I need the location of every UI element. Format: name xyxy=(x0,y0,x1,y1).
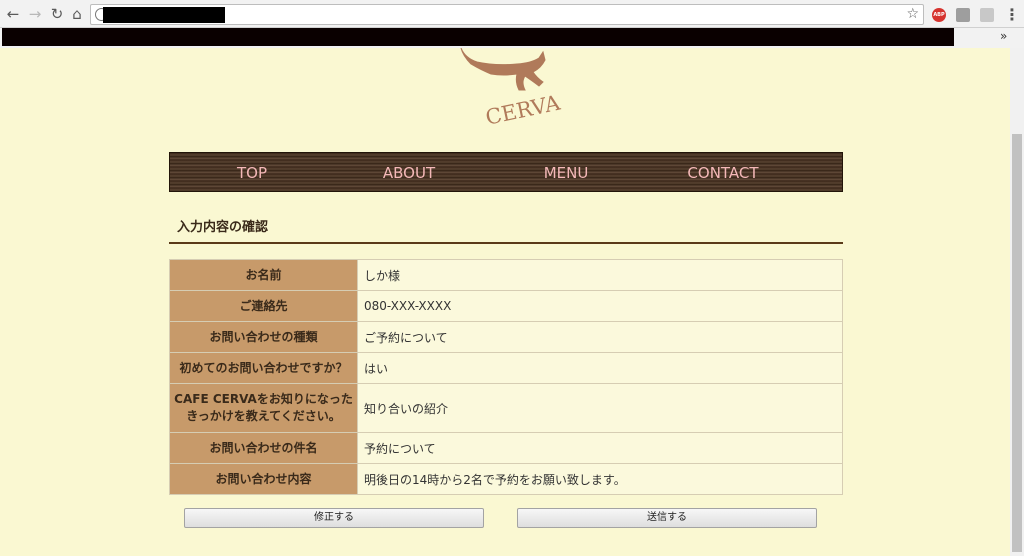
row-value: ご予約について xyxy=(357,321,843,353)
confirmation-table: お名前 しか様 ご連絡先 080-XXX-XXXX お問い合わせの種類 ご予約に… xyxy=(169,259,843,495)
row-label: お問い合わせ内容 xyxy=(169,463,358,495)
browser-menu-icon[interactable]: ⋮ xyxy=(1004,5,1020,24)
row-value: 080-XXX-XXXX xyxy=(357,290,843,322)
row-label: お問い合わせの件名 xyxy=(169,432,358,464)
site-nav: TOP ABOUT MENU CONTACT xyxy=(169,152,843,192)
row-label: CAFE CERVAをお知りになったきっかけを教えてください。 xyxy=(169,383,358,433)
address-bar[interactable]: ☆ xyxy=(90,4,924,25)
logo-text: CERVA xyxy=(483,90,563,129)
deer-logo-icon xyxy=(460,48,546,91)
row-value: 明後日の14時から2名で予約をお願い致します。 xyxy=(357,463,843,495)
adblock-plus-icon[interactable]: ABP xyxy=(932,8,946,22)
bookmarks-bar: » xyxy=(0,28,1024,48)
table-row: お問い合わせ内容 明後日の14時から2名で予約をお願い致します。 xyxy=(169,463,843,495)
table-row: お問い合わせの種類 ご予約について xyxy=(169,321,843,353)
bookmarks-overflow-icon[interactable]: » xyxy=(1000,29,1007,43)
home-icon[interactable]: ⌂ xyxy=(68,5,86,23)
send-button[interactable]: 送信する xyxy=(517,508,817,528)
table-row: ご連絡先 080-XXX-XXXX xyxy=(169,290,843,322)
nav-item-top[interactable]: TOP xyxy=(170,153,334,193)
row-label: お名前 xyxy=(169,259,358,291)
back-icon[interactable]: ← xyxy=(4,5,22,23)
page-title: 入力内容の確認 xyxy=(177,220,269,235)
row-label: ご連絡先 xyxy=(169,290,358,322)
row-label: お問い合わせの種類 xyxy=(169,321,358,353)
heading-divider xyxy=(169,242,843,244)
redacted-bookmarks xyxy=(2,28,954,46)
reload-icon[interactable]: ↻ xyxy=(48,5,66,23)
browser-toolbar: ← → ↻ ⌂ ☆ ABP ⋮ xyxy=(0,0,1024,28)
redacted-url xyxy=(103,7,225,23)
scrollbar-thumb[interactable] xyxy=(1012,134,1022,552)
row-value: 知り合いの紹介 xyxy=(357,383,843,433)
row-value: はい xyxy=(357,352,843,384)
forward-icon[interactable]: → xyxy=(26,5,44,23)
row-value: しか様 xyxy=(357,259,843,291)
page-scrollbar[interactable] xyxy=(1010,48,1024,556)
nav-item-contact[interactable]: CONTACT xyxy=(648,153,798,193)
table-row: お問い合わせの件名 予約について xyxy=(169,432,843,464)
table-row: お名前 しか様 xyxy=(169,259,843,291)
edit-button[interactable]: 修正する xyxy=(184,508,484,528)
nav-item-about[interactable]: ABOUT xyxy=(334,153,484,193)
row-value: 予約について xyxy=(357,432,843,464)
table-row: 初めてのお問い合わせですか？ はい xyxy=(169,352,843,384)
extension-icon[interactable] xyxy=(956,8,970,22)
table-row: CAFE CERVAをお知りになったきっかけを教えてください。 知り合いの紹介 xyxy=(169,383,843,433)
row-label: 初めてのお問い合わせですか？ xyxy=(169,352,358,384)
nav-item-menu[interactable]: MENU xyxy=(484,153,648,193)
pdf-extension-icon[interactable] xyxy=(980,8,994,22)
bookmark-star-icon[interactable]: ☆ xyxy=(906,6,919,22)
cerva-logo[interactable]: CERVA xyxy=(455,48,585,130)
